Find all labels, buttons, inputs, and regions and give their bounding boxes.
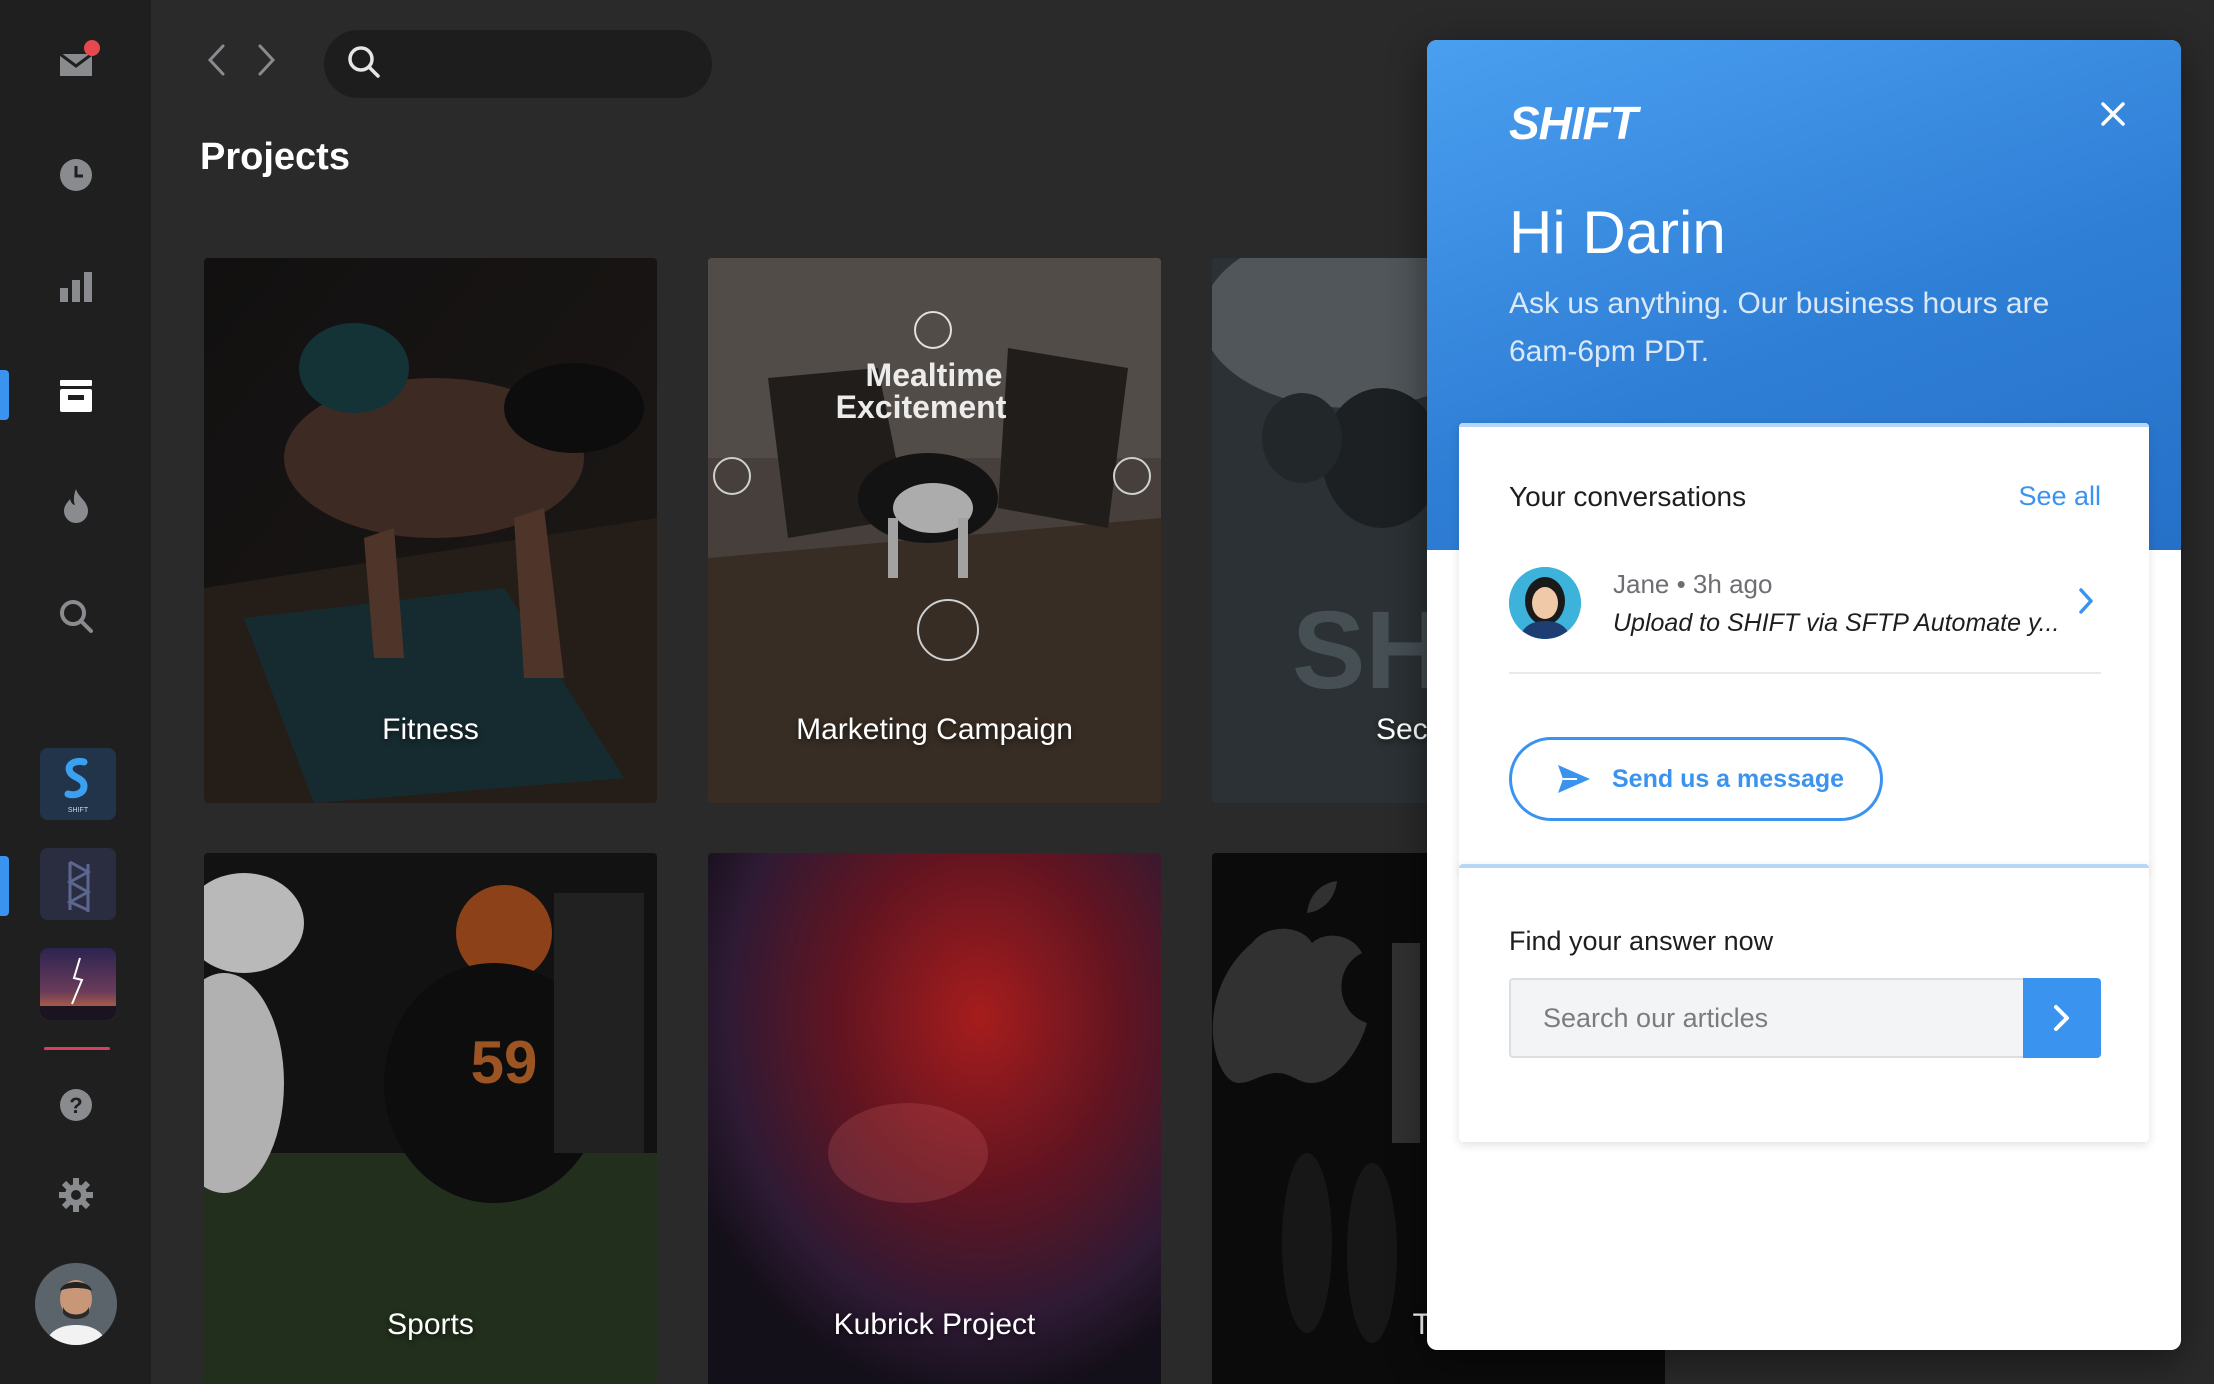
conversation-snippet: Upload to SHIFT via SFTP Automate y... <box>1613 609 2060 637</box>
archive-icon <box>57 378 95 414</box>
help-icon: ? <box>58 1087 94 1123</box>
page-title: Projects <box>200 136 350 178</box>
conversations-title: Your conversations <box>1509 481 1747 512</box>
project-title: Marketing Campaign <box>796 713 1073 746</box>
rail-divider <box>44 1047 110 1050</box>
notification-dot <box>84 40 100 56</box>
svg-text:Mealtime: Mealtime <box>866 357 1003 393</box>
bar-chart-icon <box>58 270 94 302</box>
workspace-active-indicator <box>0 856 9 916</box>
workspace-2[interactable] <box>40 848 116 920</box>
support-widget: SHIFT Hi Darin Ask us anything. Our busi… <box>1427 40 2181 1350</box>
help-search-panel: Find your answer now <box>1459 864 2149 1142</box>
send-message-label: Send us a message <box>1612 764 1845 793</box>
close-button[interactable] <box>2091 94 2135 138</box>
left-rail: SHIFT ? <box>0 0 151 1384</box>
project-card-fitness[interactable]: Fitness <box>204 258 657 803</box>
rail-item-settings[interactable] <box>0 1160 151 1230</box>
clock-icon <box>58 157 94 193</box>
project-title: Sports <box>387 1308 474 1341</box>
project-title: Fitness <box>382 713 479 746</box>
brand-logo: SHIFT <box>1509 97 1638 149</box>
chevron-right-icon <box>2054 1005 2069 1031</box>
article-search-input[interactable] <box>1509 978 2023 1058</box>
svg-text:Excitement: Excitement <box>836 389 1007 425</box>
rail-item-inbox[interactable] <box>0 28 151 98</box>
workspace-shift[interactable]: SHIFT <box>40 748 116 820</box>
greeting: Hi Darin <box>1509 199 1726 266</box>
business-hours-text: Ask us anything. Our business hours are … <box>1509 287 2050 368</box>
app-window: SHIFT ? Projects Fitness Mealtime Excite… <box>0 0 2214 1384</box>
rail-item-trending[interactable] <box>0 471 151 541</box>
back-button[interactable] <box>196 40 236 84</box>
article-search-submit[interactable] <box>2023 978 2101 1058</box>
panel-accent-line <box>1459 423 2149 427</box>
agent-avatar <box>1509 567 1581 639</box>
see-all-link[interactable]: See all <box>2018 481 2101 512</box>
rail-item-recent[interactable] <box>0 140 151 210</box>
project-card-kubrick-project[interactable]: Kubrick Project <box>708 853 1161 1384</box>
rail-item-projects[interactable] <box>0 361 151 431</box>
user-avatar[interactable] <box>35 1263 117 1345</box>
flame-icon <box>60 487 92 525</box>
rail-item-help[interactable]: ? <box>0 1070 151 1140</box>
chevron-right-icon <box>257 43 277 82</box>
workspace-logo-text: SHIFT <box>68 807 89 814</box>
global-search-input[interactable] <box>324 30 712 98</box>
forward-button[interactable] <box>247 40 287 84</box>
project-title: Kubrick Project <box>833 1308 1036 1341</box>
conversations-panel: Your conversations See all Jane • 3h ago… <box>1459 423 2149 871</box>
search-icon <box>346 44 382 85</box>
rail-item-analytics[interactable] <box>0 251 151 321</box>
project-thumbnail <box>708 853 1161 1384</box>
gear-icon <box>58 1177 94 1213</box>
project-card-sports[interactable]: 59 Sports <box>204 853 657 1384</box>
conversation-divider <box>1509 672 2101 674</box>
panel-accent-line <box>1459 864 2149 868</box>
project-card-marketing-campaign[interactable]: Mealtime Excitement Marketing Campaign <box>708 258 1161 803</box>
rail-item-search[interactable] <box>0 581 151 651</box>
chevron-right-icon <box>2071 581 2101 621</box>
search-icon <box>58 598 94 634</box>
send-message-button[interactable]: Send us a message <box>1509 737 1883 821</box>
chevron-left-icon <box>206 43 226 82</box>
workspace-3[interactable] <box>40 948 116 1020</box>
project-thumbnail: 59 <box>204 853 657 1384</box>
svg-text:?: ? <box>69 1093 82 1118</box>
conversation-item[interactable]: Jane • 3h ago Upload to SHIFT via SFTP A… <box>1509 553 2101 673</box>
conversation-meta: Jane • 3h ago <box>1613 569 1773 599</box>
close-icon <box>2100 101 2126 132</box>
help-search-title: Find your answer now <box>1509 926 1774 956</box>
send-icon <box>1558 765 1590 793</box>
